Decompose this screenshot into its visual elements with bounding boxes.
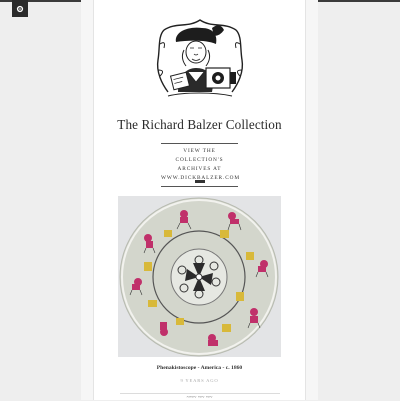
- left-rail: [81, 0, 94, 400]
- description-line: VIEW THE COLLECTION'S: [175, 148, 224, 163]
- post-timestamp[interactable]: 9 YEARS AGO: [94, 378, 305, 383]
- settings-icon: [16, 5, 24, 12]
- description-line: ARCHIVES AT: [177, 166, 222, 172]
- post-caption: Phenakistoscope - America - c. 1860: [156, 365, 243, 371]
- next-post-title: ~~~ ~~ ~~: [186, 395, 213, 401]
- post-divider: [195, 180, 205, 183]
- post-photo[interactable]: [118, 196, 281, 357]
- post-separator: [120, 393, 280, 394]
- phenakistoscope-image: [119, 197, 279, 357]
- site-logo[interactable]: [154, 14, 246, 100]
- site-title[interactable]: The Richard Balzer Collection: [94, 117, 305, 133]
- right-rail: [305, 0, 318, 400]
- corner-button[interactable]: [12, 0, 28, 17]
- blog-column: The Richard Balzer Collection VIEW THE C…: [94, 0, 305, 401]
